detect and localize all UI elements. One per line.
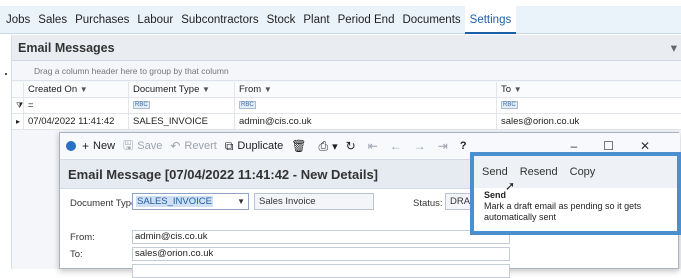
status-label: Status: xyxy=(413,198,443,209)
arrow-right-icon: → xyxy=(413,139,426,153)
send-tooltip: Send Mark a draft email as pending so it… xyxy=(484,190,679,223)
save-button[interactable]: 🖫 Save xyxy=(123,136,162,157)
trash-icon: 🗑 xyxy=(291,139,307,153)
filter-icon: ▼ xyxy=(202,85,210,94)
cell-to: sales@orion.co.uk xyxy=(501,116,580,127)
maximize-icon[interactable]: ☐ xyxy=(603,139,614,153)
cell-from: admin@cis.co.uk xyxy=(235,114,497,130)
resend-button[interactable]: Resend xyxy=(520,166,558,178)
next-button[interactable]: → xyxy=(414,139,430,153)
tooltip-description: Mark a draft email as pending so it gets… xyxy=(484,201,642,222)
minimize-icon[interactable]: – xyxy=(570,139,577,153)
first-button[interactable]: ⇤ xyxy=(368,139,382,153)
send-actions-popup: Send Resend Copy Send Mark a draft email… xyxy=(470,152,681,235)
mouse-cursor-icon: ➚ xyxy=(505,179,516,193)
printer-icon: ⎙ xyxy=(318,138,329,153)
last-icon: ⇥ xyxy=(437,139,448,153)
new-button[interactable]: + New xyxy=(82,139,115,153)
filter-created-on[interactable]: = xyxy=(24,98,129,114)
filter-icon: ▼ xyxy=(263,85,272,94)
plus-icon: + xyxy=(82,139,90,153)
last-button[interactable]: ⇥ xyxy=(438,139,452,153)
from-field[interactable]: admin@cis.co.uk xyxy=(132,230,510,244)
filter-icon: ▼ xyxy=(513,85,522,94)
cell-document-type: SALES_INVOICE xyxy=(129,114,235,130)
text-filter-icon: RBC xyxy=(239,101,256,110)
filter-from[interactable]: RBC xyxy=(235,98,497,114)
panel-title: Email Messages xyxy=(18,41,115,55)
column-header-document-type[interactable]: Document Type ▼ xyxy=(129,82,235,98)
revert-button[interactable]: ↶ Revert xyxy=(170,139,216,153)
arrow-left-icon: ← xyxy=(389,139,402,153)
panel-header: Email Messages ▾ xyxy=(12,35,681,61)
grid-header-row: Created On ▼ Document Type ▼ From ▼ To ▼ xyxy=(12,82,681,98)
menu-plant[interactable]: Plant xyxy=(299,6,333,34)
document-type-description: Sales Invoice xyxy=(254,193,374,210)
help-button[interactable]: ? xyxy=(460,140,467,152)
from-label: From: xyxy=(70,232,95,243)
menu-jobs[interactable]: Jobs xyxy=(2,6,34,34)
to-field[interactable]: sales@orion.co.uk xyxy=(132,247,510,261)
menu-stock[interactable]: Stock xyxy=(263,6,300,34)
cc-field[interactable] xyxy=(132,264,510,278)
menu-purchases[interactable]: Purchases xyxy=(71,6,133,34)
column-header-to[interactable]: To ▼ xyxy=(497,82,681,98)
delete-button[interactable]: 🗑 xyxy=(291,139,310,153)
menu-documents[interactable]: Documents xyxy=(398,6,464,34)
filter-to[interactable]: RBC xyxy=(497,98,681,114)
text-filter-icon: RBC xyxy=(133,101,150,110)
filter-row-icon: ⧩ xyxy=(12,98,24,114)
main-menubar: Jobs Sales Purchases Labour Subcontracto… xyxy=(0,5,681,34)
to-label: To: xyxy=(70,249,83,260)
close-icon[interactable]: ✕ xyxy=(640,139,650,153)
refresh-button[interactable]: ↻ xyxy=(346,139,360,153)
cell-created-on: 07/04/2022 11:41:42 xyxy=(24,114,129,130)
duplicate-button[interactable]: ⧉ Duplicate xyxy=(225,139,283,154)
grid-filter-row: ⧩ = RBC RBC RBC xyxy=(12,98,681,114)
chevron-down-icon: ▼ xyxy=(237,197,245,206)
filter-icon: ▼ xyxy=(79,85,88,94)
header-spacer xyxy=(12,82,24,98)
menu-period-end[interactable]: Period End xyxy=(334,6,399,34)
copy-button[interactable]: Copy xyxy=(570,166,596,178)
print-button[interactable]: ⎙ ▾ xyxy=(318,139,337,154)
menu-subcontractors[interactable]: Subcontractors xyxy=(177,6,262,34)
menu-sales[interactable]: Sales xyxy=(34,6,71,34)
document-type-label: Document Type: xyxy=(70,198,140,209)
column-header-from[interactable]: From ▼ xyxy=(235,82,497,98)
row-expand-icon[interactable]: ▸ xyxy=(12,114,24,130)
send-button[interactable]: Send xyxy=(482,166,508,178)
group-by-hint[interactable]: Drag a column header here to group by th… xyxy=(12,61,681,81)
app-globe-icon xyxy=(66,141,76,151)
text-filter-icon: RBC xyxy=(501,101,518,110)
menu-labour[interactable]: Labour xyxy=(133,6,177,34)
document-type-select[interactable]: SALES_INVOICE ▼ xyxy=(132,193,249,210)
first-icon: ⇤ xyxy=(367,139,378,153)
undo-icon: ↶ xyxy=(170,139,181,153)
left-gutter xyxy=(0,35,11,269)
menu-settings[interactable]: Settings xyxy=(464,5,517,34)
chevron-down-icon: ▾ xyxy=(332,140,338,153)
filter-document-type[interactable]: RBC xyxy=(129,98,235,114)
panel-collapse-icon[interactable]: ▾ xyxy=(671,35,677,61)
email-messages-grid: Created On ▼ Document Type ▼ From ▼ To ▼… xyxy=(12,82,681,130)
refresh-icon: ↻ xyxy=(345,139,356,153)
save-icon: 🖫 xyxy=(123,137,134,152)
prev-button[interactable]: ← xyxy=(390,139,406,153)
column-header-created-on[interactable]: Created On ▼ xyxy=(24,82,129,98)
document-type-value: SALES_INVOICE xyxy=(136,196,213,207)
gutter-dot xyxy=(5,73,7,75)
table-row[interactable]: ▸ 07/04/2022 11:41:42 SALES_INVOICE admi… xyxy=(12,114,681,130)
copy-icon: ⧉ xyxy=(224,138,234,153)
